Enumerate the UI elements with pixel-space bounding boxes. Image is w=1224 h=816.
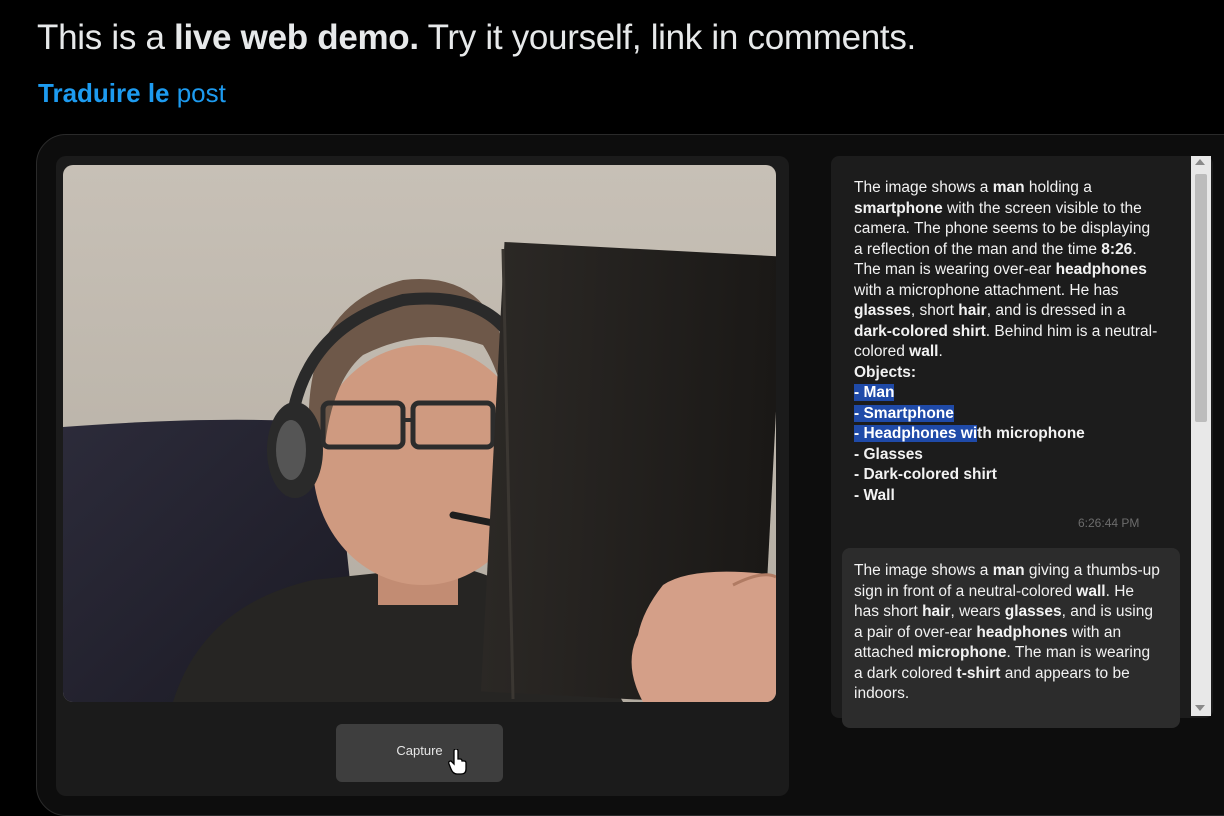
bold-text-segment: t-shirt [956, 664, 1001, 682]
bold-text-segment: glasses [1004, 603, 1062, 620]
scrollbar[interactable] [1191, 156, 1211, 716]
bold-text-segment: wall [909, 343, 939, 360]
webcam-image [63, 165, 776, 702]
text-segment: - Glasses [854, 445, 923, 463]
hand-pointer-icon [448, 749, 467, 775]
post-text-suffix: Try it yourself, link in comments. [418, 18, 917, 57]
bold-text-segment: wall [1076, 582, 1106, 600]
bold-text-segment: dark-colored shirt [854, 322, 986, 340]
object-list-item: - Headphones with microphone [854, 424, 1160, 445]
text-segment: , wears [950, 603, 1005, 620]
text-segment: th microphone [977, 425, 1085, 442]
text-segment: - Wall [854, 486, 895, 504]
bold-text-segment: smartphone [854, 199, 943, 217]
bold-text-segment: glasses [854, 302, 911, 319]
post-text: This is a live web demo. Try it yourself… [37, 18, 916, 58]
highlighted-segment: - Headphones wi [854, 425, 978, 442]
text-segment: with a microphone attachment. He has [854, 281, 1119, 299]
webcam-feed [63, 165, 776, 702]
object-list-item: - Wall [854, 486, 1160, 507]
text-segment: The image shows a [854, 562, 993, 579]
text-segment: , and is dressed in a [986, 302, 1126, 319]
object-list-item: - Dark-colored shirt [854, 465, 1160, 486]
translate-post-link[interactable]: Traduire le post [38, 78, 226, 109]
text-segment: . [938, 343, 943, 360]
text-segment: The image shows a [854, 179, 993, 196]
objects-heading: Objects: [854, 363, 917, 381]
bold-text-segment: man [992, 179, 1025, 196]
bold-text-segment: hair [958, 302, 987, 319]
result-message-2: The image shows a man giving a thumbs-up… [854, 561, 1160, 713]
bold-text-segment: hair [922, 603, 951, 620]
text-segment: , short [910, 302, 959, 319]
bold-text-segment: headphones [976, 623, 1068, 641]
description-text: The image shows a man holding a smartpho… [854, 178, 1160, 363]
translate-rest: post [169, 78, 226, 108]
bold-text-segment: headphones [1055, 261, 1147, 278]
scroll-up-arrow-icon[interactable] [1195, 159, 1205, 165]
result-message-1: The image shows a man holding a smartpho… [854, 178, 1160, 506]
text-segment: - Dark-colored shirt [854, 466, 997, 483]
highlighted-segment: - Smartphone [854, 404, 954, 422]
post-text-prefix: This is a [37, 18, 175, 57]
scroll-thumb[interactable] [1195, 174, 1207, 422]
highlighted-segment: - Man [854, 384, 895, 401]
text-segment: holding a [1024, 179, 1092, 196]
bold-text-segment: 8:26 [1101, 240, 1133, 258]
object-list-item: - Smartphone [854, 404, 1160, 425]
object-list-item: - Glasses [854, 445, 1160, 466]
capture-button[interactable]: Capture [336, 724, 503, 782]
object-list-item: - Man [854, 383, 1160, 404]
message-timestamp: 6:26:44 PM [1078, 516, 1140, 530]
post-text-bold: live web demo. [174, 18, 419, 57]
scroll-down-arrow-icon[interactable] [1195, 705, 1205, 711]
bold-text-segment: man [992, 562, 1025, 579]
bold-text-segment: microphone [917, 644, 1007, 661]
translate-bold: Traduire le [38, 78, 170, 108]
